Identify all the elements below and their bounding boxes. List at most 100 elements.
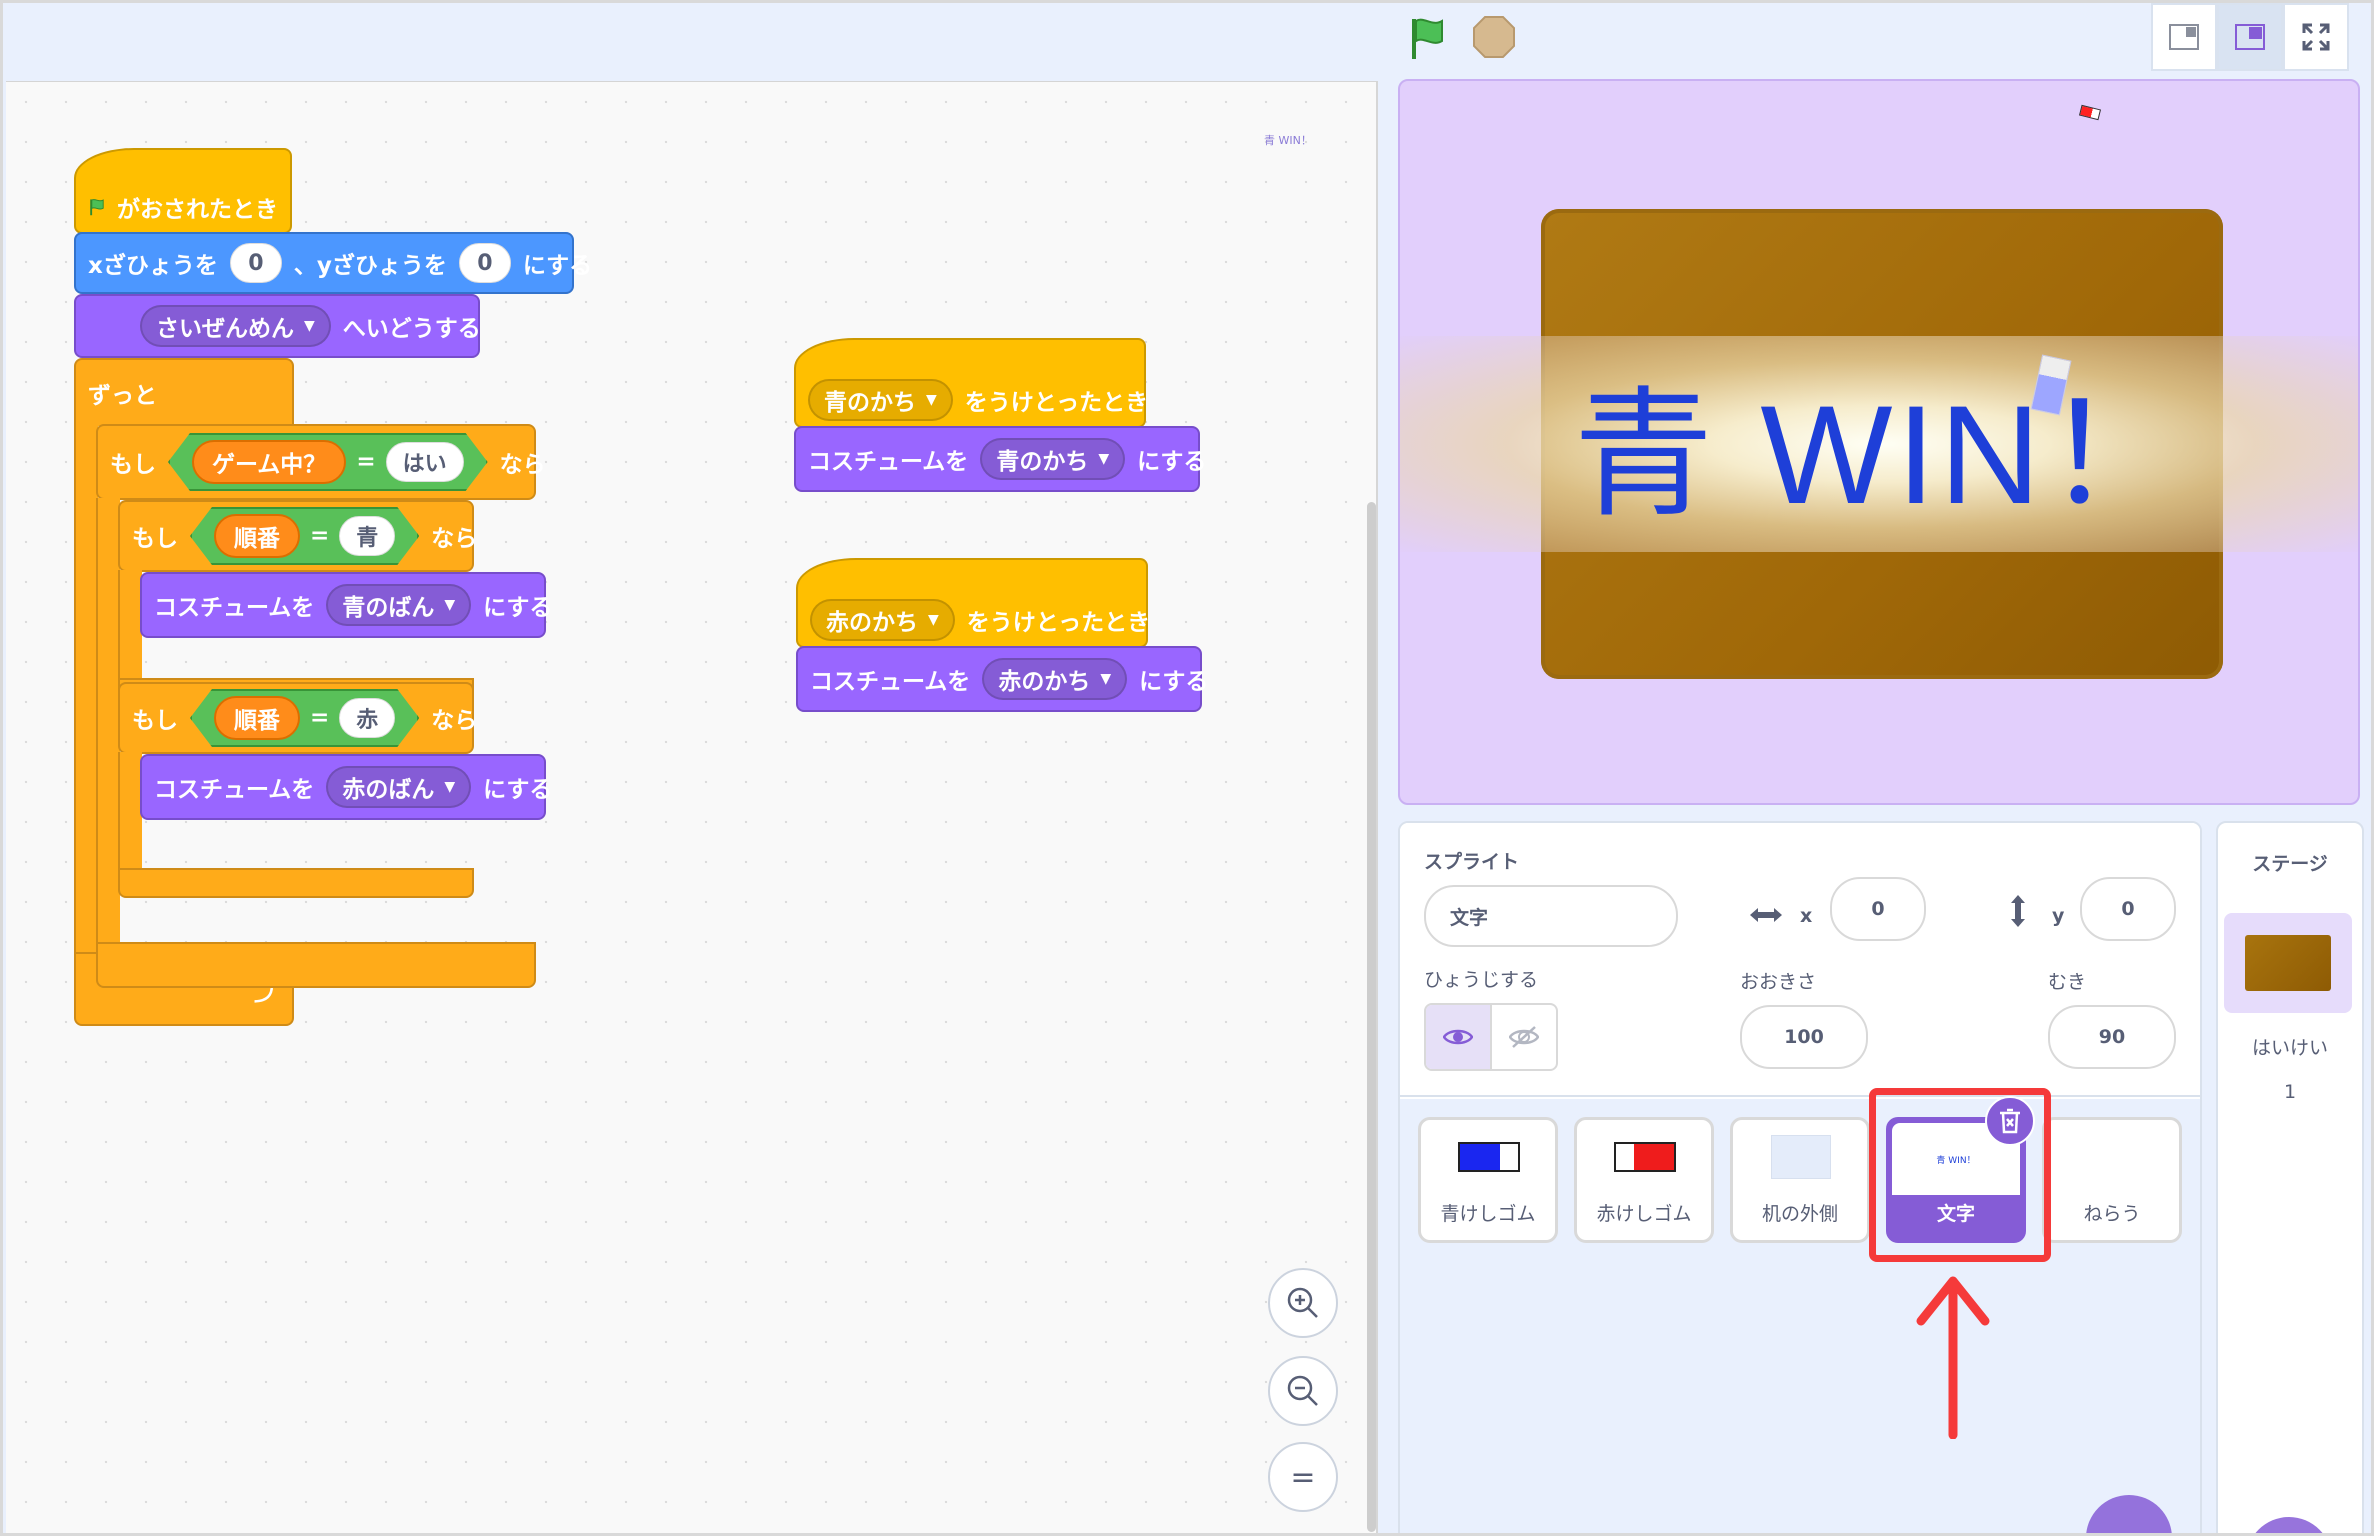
- costume-dropdown[interactable]: 赤のかち ▼: [982, 658, 1128, 700]
- chevron-down-icon: ▼: [1098, 451, 1110, 467]
- green-flag-icon: [90, 199, 104, 216]
- zoom-out-icon: [1287, 1375, 1318, 1406]
- add-sprite-button[interactable]: [2086, 1495, 2172, 1533]
- message-dropdown[interactable]: 青のかち ▼: [808, 379, 953, 421]
- normal-stage-icon: [2235, 24, 2265, 50]
- sprite-tile-blue-eraser[interactable]: 青けしゴム: [1418, 1117, 1558, 1243]
- equals-operator[interactable]: 順番 = 青: [190, 507, 419, 565]
- switch-costume-red-turn-block[interactable]: コスチュームを 赤のばん ▼ にする: [140, 754, 552, 820]
- show-button[interactable]: [1426, 1005, 1492, 1069]
- go-to-xy-block[interactable]: xざひょうを 0 、yざひょうを 0 にする: [74, 232, 592, 294]
- costume-dropdown[interactable]: 赤のばん ▼: [326, 766, 472, 808]
- costume-dropdown[interactable]: 青のばん ▼: [326, 584, 472, 626]
- if-block-bottom: [118, 868, 474, 898]
- show-label: ひょうじする: [1424, 969, 1539, 991]
- turn-variable[interactable]: 順番: [214, 696, 300, 740]
- go-to-layer-block[interactable]: さいぜんめん ▼ へいどうする: [74, 294, 481, 358]
- if-block-arm: [96, 498, 120, 944]
- direction-input[interactable]: 90: [2048, 1005, 2176, 1069]
- code-workspace[interactable]: 青 WIN！ がおされたとき xざひょうを 0 、yざひょうを 0 にする さい…: [6, 81, 1378, 1533]
- value-input[interactable]: 赤: [339, 698, 395, 738]
- win-message-sprite[interactable]: 青 WIN！: [1400, 343, 2358, 543]
- workspace-scrollbar[interactable]: [1367, 502, 1376, 1532]
- if-block-arm: [118, 752, 142, 870]
- when-flag-clicked-block[interactable]: がおされたとき: [74, 148, 292, 234]
- y-label: y: [2052, 905, 2065, 927]
- costume-dropdown[interactable]: 青のかち ▼: [980, 438, 1126, 480]
- chevron-down-icon: ▼: [1100, 671, 1112, 687]
- green-flag-icon[interactable]: [1406, 13, 1454, 63]
- forever-block[interactable]: ずっと: [74, 358, 294, 426]
- zoom-reset-icon: =: [1290, 1459, 1316, 1495]
- size-input[interactable]: 100: [1740, 1005, 1868, 1069]
- horizontal-arrows-icon: [1748, 905, 1784, 929]
- red-eraser-sprite[interactable]: [2078, 104, 2102, 121]
- sprite-tile-red-eraser[interactable]: 赤けしゴム: [1574, 1117, 1714, 1243]
- sprite-tile-aim[interactable]: ねらう: [2042, 1117, 2182, 1243]
- chevron-down-icon: ▼: [444, 779, 456, 795]
- if-game-running-block[interactable]: もし ゲーム中？ = はい なら: [96, 424, 546, 500]
- if-turn-red-block[interactable]: もし 順番 = 赤 なら: [118, 682, 477, 754]
- equals-operator[interactable]: 順番 = 赤: [190, 689, 419, 747]
- sprite-label: スプライト: [1424, 851, 1520, 873]
- layer-dropdown[interactable]: さいぜんめん ▼: [140, 305, 331, 347]
- y-input[interactable]: 0: [458, 243, 511, 283]
- small-stage-button[interactable]: [2151, 3, 2217, 71]
- chevron-down-icon: ▼: [304, 318, 315, 334]
- chevron-down-icon: ▼: [926, 392, 937, 408]
- when-receive-blue-win-block[interactable]: 青のかち ▼ をうけとったとき: [794, 338, 1148, 428]
- eye-slash-icon: [1509, 1026, 1539, 1048]
- x-input[interactable]: 0: [1830, 877, 1926, 941]
- backdrop-thumbnail[interactable]: [2224, 913, 2352, 1013]
- scratch-editor: 青 WIN！ がおされたとき xざひょうを 0 、yざひょうを 0 にする さい…: [0, 0, 2374, 1536]
- hide-button[interactable]: [1492, 1005, 1556, 1069]
- stage-canvas[interactable]: 青 WIN！: [1398, 79, 2360, 805]
- when-receive-red-win-block[interactable]: 赤のかち ▼ をうけとったとき: [796, 558, 1150, 648]
- x-label: x: [1800, 905, 1813, 927]
- value-input[interactable]: はい: [386, 442, 464, 482]
- game-running-variable[interactable]: ゲーム中？: [192, 440, 346, 484]
- backdrop-label: はいけい: [2251, 1037, 2328, 1059]
- switch-costume-red-win-block[interactable]: コスチュームを 赤のかち ▼ にする: [796, 646, 1208, 712]
- top-bar: [3, 3, 2371, 79]
- add-backdrop-button[interactable]: [2246, 1517, 2332, 1533]
- value-input[interactable]: 青: [339, 516, 395, 556]
- zoom-reset-button[interactable]: =: [1268, 1442, 1338, 1512]
- if-block-arm: [118, 570, 142, 680]
- switch-costume-blue-win-block[interactable]: コスチュームを 青のかち ▼ にする: [794, 426, 1206, 492]
- zoom-in-button[interactable]: [1268, 1268, 1338, 1338]
- backdrop-count: 1: [2283, 1081, 2297, 1103]
- workspace-comment: 青 WIN！: [1264, 134, 1312, 147]
- zoom-out-button[interactable]: [1268, 1356, 1338, 1426]
- desk-outside-thumbnail: [1769, 1134, 1833, 1180]
- red-eraser-thumbnail: [1613, 1134, 1677, 1180]
- fullscreen-icon: [2302, 23, 2330, 51]
- sprite-list: 青けしゴム 赤けしゴム 机の外側 青 WIN！ 文字 ねらう: [1400, 1099, 2200, 1533]
- if-block-bottom: [96, 942, 536, 988]
- stage-mode-buttons: [2151, 3, 2349, 71]
- sprite-name-input[interactable]: 文字: [1424, 885, 1678, 947]
- blue-eraser-thumbnail: [1457, 1134, 1521, 1180]
- equals-operator[interactable]: ゲーム中？ = はい: [168, 433, 488, 491]
- sprite-pane: スプライト 文字 x 0 y 0 ひょうじする おおきさ 100 むき 90 青…: [1398, 821, 2202, 1533]
- if-turn-blue-block[interactable]: もし 順番 = 青 なら: [118, 500, 477, 572]
- visibility-toggle: [1424, 1003, 1558, 1071]
- direction-label: むき: [2048, 971, 2087, 993]
- zoom-in-icon: [1287, 1287, 1318, 1318]
- normal-stage-button[interactable]: [2217, 3, 2283, 71]
- fullscreen-button[interactable]: [2283, 3, 2349, 71]
- stage-title: ステージ: [2252, 853, 2328, 875]
- y-input[interactable]: 0: [2080, 877, 2176, 941]
- sprite-info: スプライト 文字 x 0 y 0 ひょうじする おおきさ 100 むき 90: [1400, 823, 2200, 1097]
- stage-selector[interactable]: ステージ はいけい 1: [2216, 821, 2364, 1533]
- switch-costume-blue-turn-block[interactable]: コスチュームを 青のばん ▼ にする: [140, 572, 552, 638]
- sprite-tile-desk-outside[interactable]: 机の外側: [1730, 1117, 1870, 1243]
- stop-icon[interactable]: [1472, 15, 1516, 59]
- turn-variable[interactable]: 順番: [214, 514, 300, 558]
- chevron-down-icon: ▼: [444, 597, 456, 613]
- arrow-up-icon: [1915, 1271, 1991, 1443]
- eye-icon: [1443, 1029, 1473, 1045]
- vertical-arrows-icon: [2008, 893, 2028, 933]
- message-dropdown[interactable]: 赤のかち ▼: [810, 599, 955, 641]
- x-input[interactable]: 0: [229, 243, 282, 283]
